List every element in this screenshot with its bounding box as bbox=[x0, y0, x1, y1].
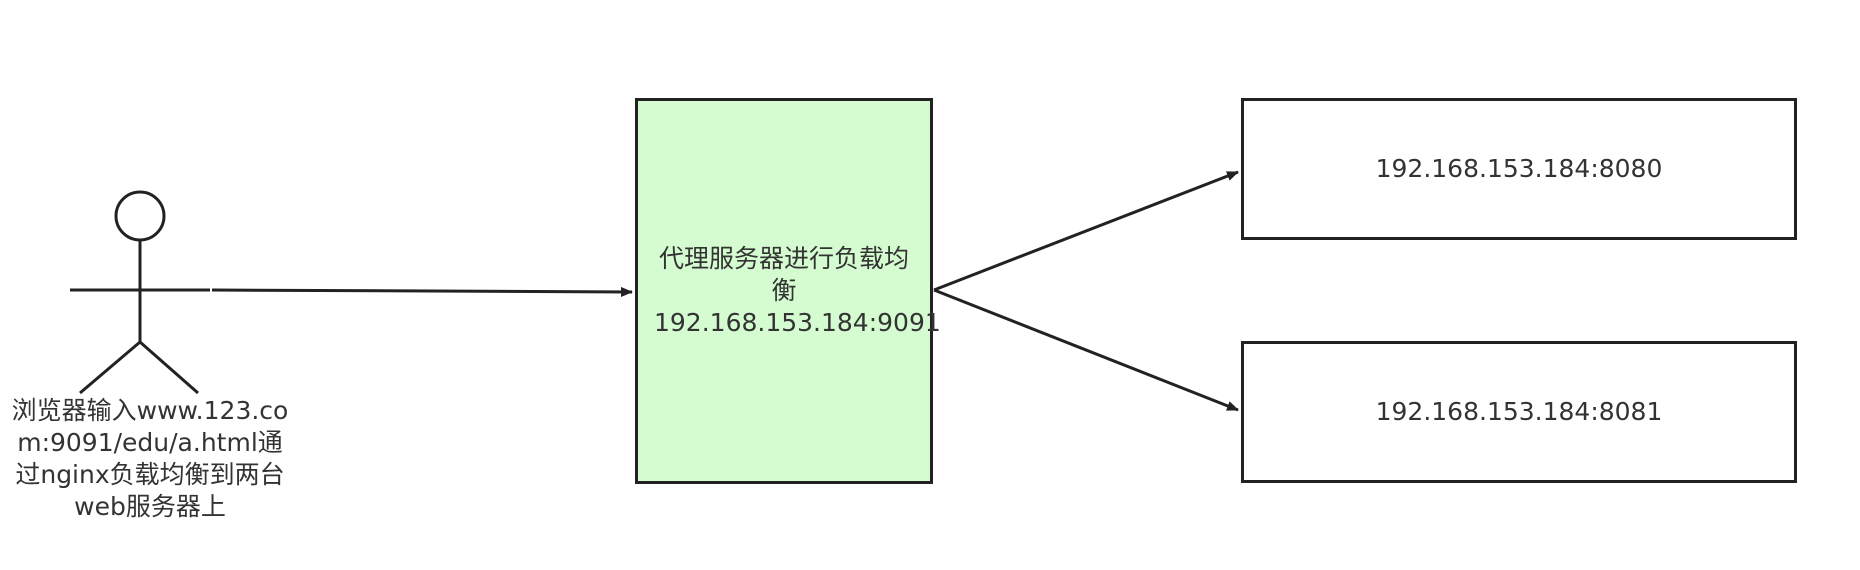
web-server-box-8081: 192.168.153.184:8081 bbox=[1241, 341, 1797, 483]
web-server-address-8081: 192.168.153.184:8081 bbox=[1375, 397, 1663, 426]
arrow-user-to-proxy bbox=[211, 286, 633, 297]
actor-right-leg bbox=[139, 340, 199, 395]
web-server-address-8080: 192.168.153.184:8080 bbox=[1375, 154, 1663, 183]
user-action-label: 浏览器输入www.123.com:9091/edu/a.html通过nginx负… bbox=[11, 396, 289, 521]
proxy-server-box: 代理服务器进行负载均衡 192.168.153.184:9091 bbox=[635, 98, 941, 484]
arrow-proxy-to-server-8081 bbox=[933, 288, 1239, 412]
proxy-server-text: 代理服务器进行负载均衡 192.168.153.184:9091 bbox=[654, 243, 941, 339]
proxy-server-title: 代理服务器进行负载均衡 bbox=[658, 244, 909, 305]
actor-left-leg bbox=[79, 340, 141, 395]
user-actor-icon bbox=[70, 190, 210, 395]
proxy-server-address: 192.168.153.184:9091 bbox=[654, 308, 941, 337]
web-server-box-8080: 192.168.153.184:8080 bbox=[1241, 98, 1797, 240]
arrow-proxy-to-server-8080 bbox=[933, 170, 1239, 292]
actor-head bbox=[114, 190, 166, 242]
